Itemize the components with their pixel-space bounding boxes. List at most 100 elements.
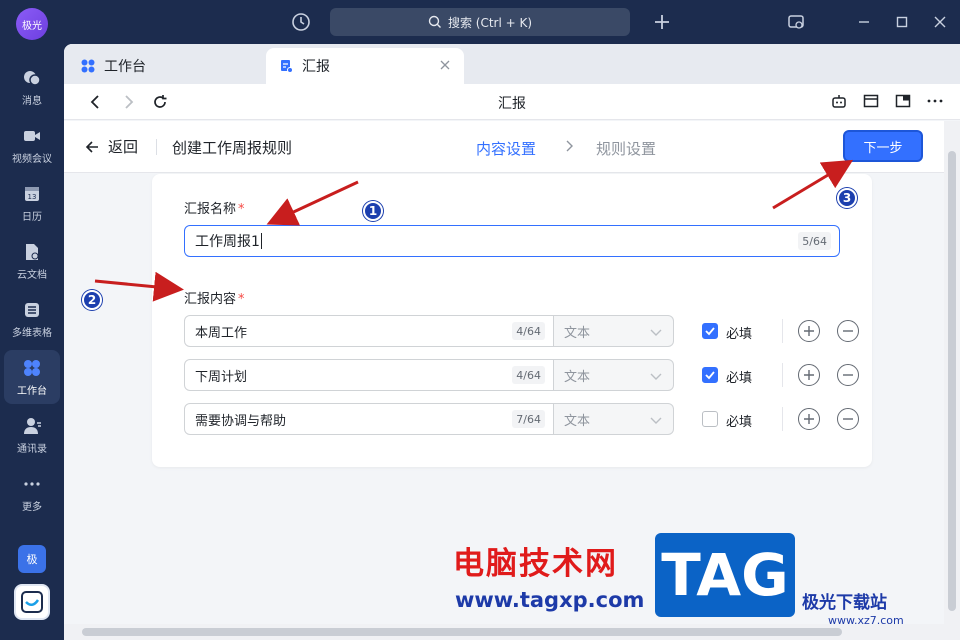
page-header: 返回 创建工作周报规则 内容设置 规则设置 下一步 [64, 121, 944, 173]
annotation-badge-1: 1 [363, 201, 383, 221]
required-checkbox[interactable] [702, 367, 718, 383]
input-value: 本周工作 [195, 325, 248, 341]
maximize-button[interactable] [886, 0, 918, 44]
watermark-url: www.tagxp.com [455, 588, 645, 612]
minus-icon [843, 374, 853, 376]
divider [156, 139, 157, 155]
chevron-down-icon [650, 417, 662, 424]
report-name-label: 汇报名称 * [184, 198, 245, 217]
sidebar-item-more[interactable]: 更多 [4, 466, 60, 520]
step-rule-settings[interactable]: 规则设置 [596, 138, 656, 159]
plus-icon[interactable] [652, 12, 672, 32]
required-checkbox[interactable] [702, 411, 718, 427]
remove-row-button[interactable] [837, 320, 859, 342]
search-icon [428, 15, 441, 28]
back-button[interactable]: 返回 [84, 136, 138, 157]
app-logo-icon[interactable] [14, 584, 50, 620]
workspace-icon [81, 59, 95, 73]
watermark-site-url: www.xz7.com [828, 614, 904, 627]
tab-workspace[interactable]: 工作台 [68, 48, 264, 84]
report-name-input[interactable]: 工作周报1 5/64 [184, 225, 840, 257]
sidebar-item-label: 多维表格 [12, 327, 52, 339]
svg-text:13: 13 [28, 193, 37, 201]
plus-icon [804, 414, 814, 424]
add-row-button[interactable] [798, 364, 820, 386]
report-content-label: 汇报内容 * [184, 288, 245, 307]
required-checkbox[interactable] [702, 323, 718, 339]
robot-icon[interactable] [830, 92, 848, 110]
content-item-input[interactable]: 本周工作 4/64 [184, 315, 554, 347]
type-select[interactable]: 文本 [554, 403, 674, 435]
minus-icon [843, 330, 853, 332]
required-mark: * [238, 292, 245, 307]
window-icon[interactable] [862, 92, 880, 110]
remove-row-button[interactable] [837, 364, 859, 386]
add-row-button[interactable] [798, 320, 820, 342]
notification-icon[interactable] [780, 0, 812, 44]
report-icon [281, 60, 293, 73]
required-label: 必填 [726, 415, 753, 430]
char-counter: 4/64 [512, 322, 545, 340]
divider [782, 319, 783, 343]
sidebar-item-contacts[interactable]: 通讯录 [4, 408, 60, 462]
input-value: 下周计划 [195, 369, 248, 385]
required-label: 必填 [726, 371, 753, 386]
type-select[interactable]: 文本 [554, 315, 674, 347]
more-options-icon[interactable] [926, 92, 944, 110]
annotation-badge-3: 3 [837, 188, 857, 208]
sidebar-item-calendar[interactable]: 13 日历 [4, 176, 60, 230]
input-value: 工作周报1 [195, 234, 260, 250]
add-row-button[interactable] [798, 408, 820, 430]
sidebar-item-label: 工作台 [17, 385, 47, 397]
scroll-thumb[interactable] [82, 628, 842, 636]
vertical-scrollbar[interactable] [944, 121, 960, 640]
mini-app-button[interactable]: 极 [18, 545, 46, 573]
select-value: 文本 [564, 413, 591, 429]
left-sidebar: 极光 消息 视频会议 13 日历 云文档 多维表格 工作台 通讯录 更多 极 [0, 0, 64, 640]
sidebar-item-label: 日历 [22, 211, 42, 223]
arrow-left-icon [85, 140, 98, 153]
close-icon[interactable] [438, 58, 452, 72]
chevron-right-icon [566, 140, 573, 152]
scroll-thumb[interactable] [948, 151, 956, 611]
avatar[interactable]: 极光 [16, 8, 48, 40]
split-view-icon[interactable] [894, 92, 912, 110]
title-bar: 搜索 (Ctrl + K) [64, 0, 960, 44]
next-step-button[interactable]: 下一步 [843, 130, 923, 162]
sidebar-item-docs[interactable]: 云文档 [4, 234, 60, 288]
tab-label: 工作台 [104, 59, 146, 75]
history-icon[interactable] [290, 11, 312, 33]
check-icon [705, 371, 715, 380]
annotation-badge-2: 2 [82, 290, 102, 310]
type-select[interactable]: 文本 [554, 359, 674, 391]
char-counter: 5/64 [798, 232, 831, 250]
sidebar-item-workspace[interactable]: 工作台 [4, 350, 60, 404]
sidebar-item-label: 消息 [22, 95, 42, 107]
sidebar-item-label: 通讯录 [17, 443, 47, 455]
content-item-input[interactable]: 下周计划 4/64 [184, 359, 554, 391]
input-value: 需要协调与帮助 [195, 413, 287, 429]
remove-row-button[interactable] [837, 408, 859, 430]
message-icon [22, 68, 42, 88]
tab-report[interactable]: 汇报 [266, 48, 464, 84]
feishu-logo-icon [21, 591, 43, 613]
calendar-icon: 13 [22, 184, 42, 204]
contacts-icon [22, 416, 42, 436]
sidebar-item-bitable[interactable]: 多维表格 [4, 292, 60, 346]
minimize-button[interactable] [848, 0, 880, 44]
search-bar[interactable]: 搜索 (Ctrl + K) [330, 8, 630, 36]
table-icon [22, 300, 42, 320]
content-item-input[interactable]: 需要协调与帮助 7/64 [184, 403, 554, 435]
required-mark: * [238, 202, 245, 217]
label-text: 汇报名称 [184, 202, 237, 217]
sidebar-item-label: 云文档 [17, 269, 47, 281]
label-text: 汇报内容 [184, 292, 237, 307]
chevron-down-icon [650, 373, 662, 380]
horizontal-scrollbar[interactable] [64, 624, 944, 640]
step-content-settings[interactable]: 内容设置 [476, 138, 536, 159]
char-counter: 4/64 [512, 366, 545, 384]
close-window-button[interactable] [924, 0, 956, 44]
sidebar-item-video[interactable]: 视频会议 [4, 118, 60, 172]
sidebar-item-messages[interactable]: 消息 [4, 60, 60, 114]
nav-title: 汇报 [498, 96, 526, 112]
